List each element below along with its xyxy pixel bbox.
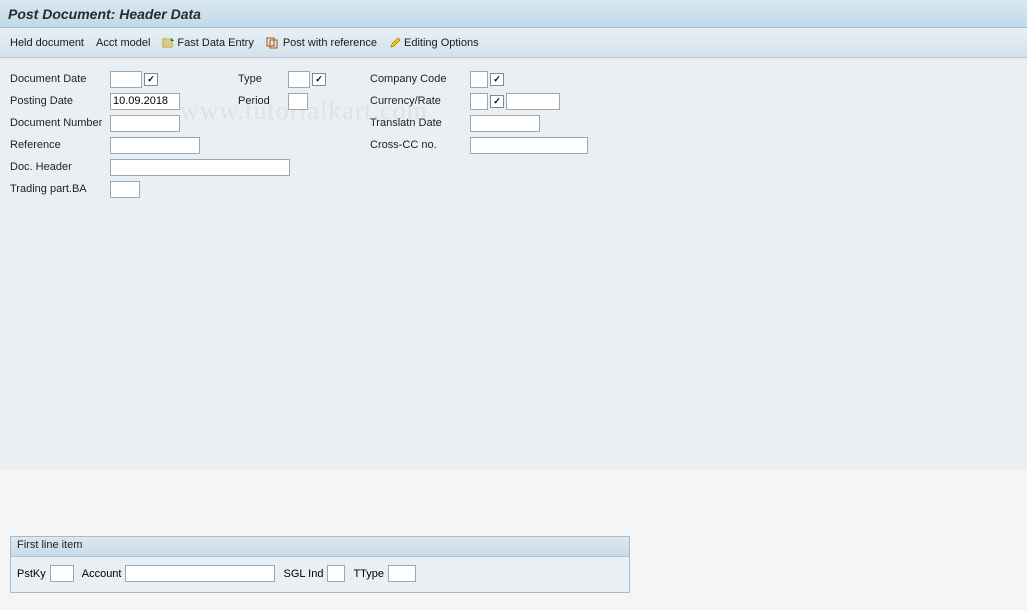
sgl-ind-label: SGL Ind: [283, 568, 323, 580]
title-bar: Post Document: Header Data: [0, 0, 1027, 28]
ttype-input[interactable]: [388, 565, 416, 582]
reference-input[interactable]: [110, 137, 200, 154]
currency-rate-input[interactable]: [470, 93, 488, 110]
form-area: www.tutorialkart.com Document Date Posti…: [0, 58, 1027, 470]
page-title: Post Document: Header Data: [8, 6, 201, 22]
account-input[interactable]: [125, 565, 275, 582]
cross-cc-no-input[interactable]: [470, 137, 588, 154]
ttype-label: TType: [353, 568, 384, 580]
pstky-label: PstKy: [17, 568, 46, 580]
document-date-search-icon[interactable]: [144, 73, 158, 86]
type-label: Type: [238, 73, 288, 85]
posting-date-input[interactable]: [110, 93, 180, 110]
doc-header-input[interactable]: [110, 159, 290, 176]
period-input[interactable]: [288, 93, 308, 110]
currency-rate-input-2[interactable]: [506, 93, 560, 110]
currency-rate-search-icon[interactable]: [490, 95, 504, 108]
currency-rate-label: Currency/Rate: [370, 95, 470, 107]
company-code-search-icon[interactable]: [490, 73, 504, 86]
reference-label: Reference: [10, 139, 110, 151]
translatn-date-input[interactable]: [470, 115, 540, 132]
trading-part-ba-input[interactable]: [110, 181, 140, 198]
translatn-date-label: Translatn Date: [370, 117, 470, 129]
acct-model-button[interactable]: Acct model: [96, 37, 150, 49]
document-number-input[interactable]: [110, 115, 180, 132]
trading-part-ba-label: Trading part.BA: [10, 183, 110, 195]
document-date-input[interactable]: [110, 71, 142, 88]
held-document-button[interactable]: Held document: [10, 37, 84, 49]
company-code-label: Company Code: [370, 73, 470, 85]
first-line-item-panel: First line item PstKy Account SGL Ind TT…: [10, 536, 630, 593]
type-search-icon[interactable]: [312, 73, 326, 86]
document-date-label: Document Date: [10, 73, 110, 85]
doc-header-label: Doc. Header: [10, 161, 110, 173]
pencil-icon: [389, 36, 401, 48]
editing-options-label: Editing Options: [404, 37, 479, 49]
toolbar: Held document Acct model Fast Data Entry…: [0, 28, 1027, 58]
fast-data-entry-button[interactable]: Fast Data Entry: [162, 36, 253, 48]
editing-options-button[interactable]: Editing Options: [389, 36, 479, 48]
posting-date-label: Posting Date: [10, 95, 110, 107]
post-with-reference-button[interactable]: Post with reference: [266, 36, 377, 48]
post-with-reference-label: Post with reference: [283, 37, 377, 49]
sgl-ind-input[interactable]: [327, 565, 345, 582]
account-label: Account: [82, 568, 122, 580]
document-number-label: Document Number: [10, 117, 110, 129]
fast-entry-icon: [162, 36, 174, 48]
post-reference-icon: [266, 36, 280, 48]
company-code-input[interactable]: [470, 71, 488, 88]
panel-title: First line item: [11, 537, 629, 557]
period-label: Period: [238, 95, 288, 107]
fast-data-entry-label: Fast Data Entry: [177, 37, 253, 49]
pstky-input[interactable]: [50, 565, 74, 582]
cross-cc-no-label: Cross-CC no.: [370, 139, 470, 151]
type-input[interactable]: [288, 71, 310, 88]
